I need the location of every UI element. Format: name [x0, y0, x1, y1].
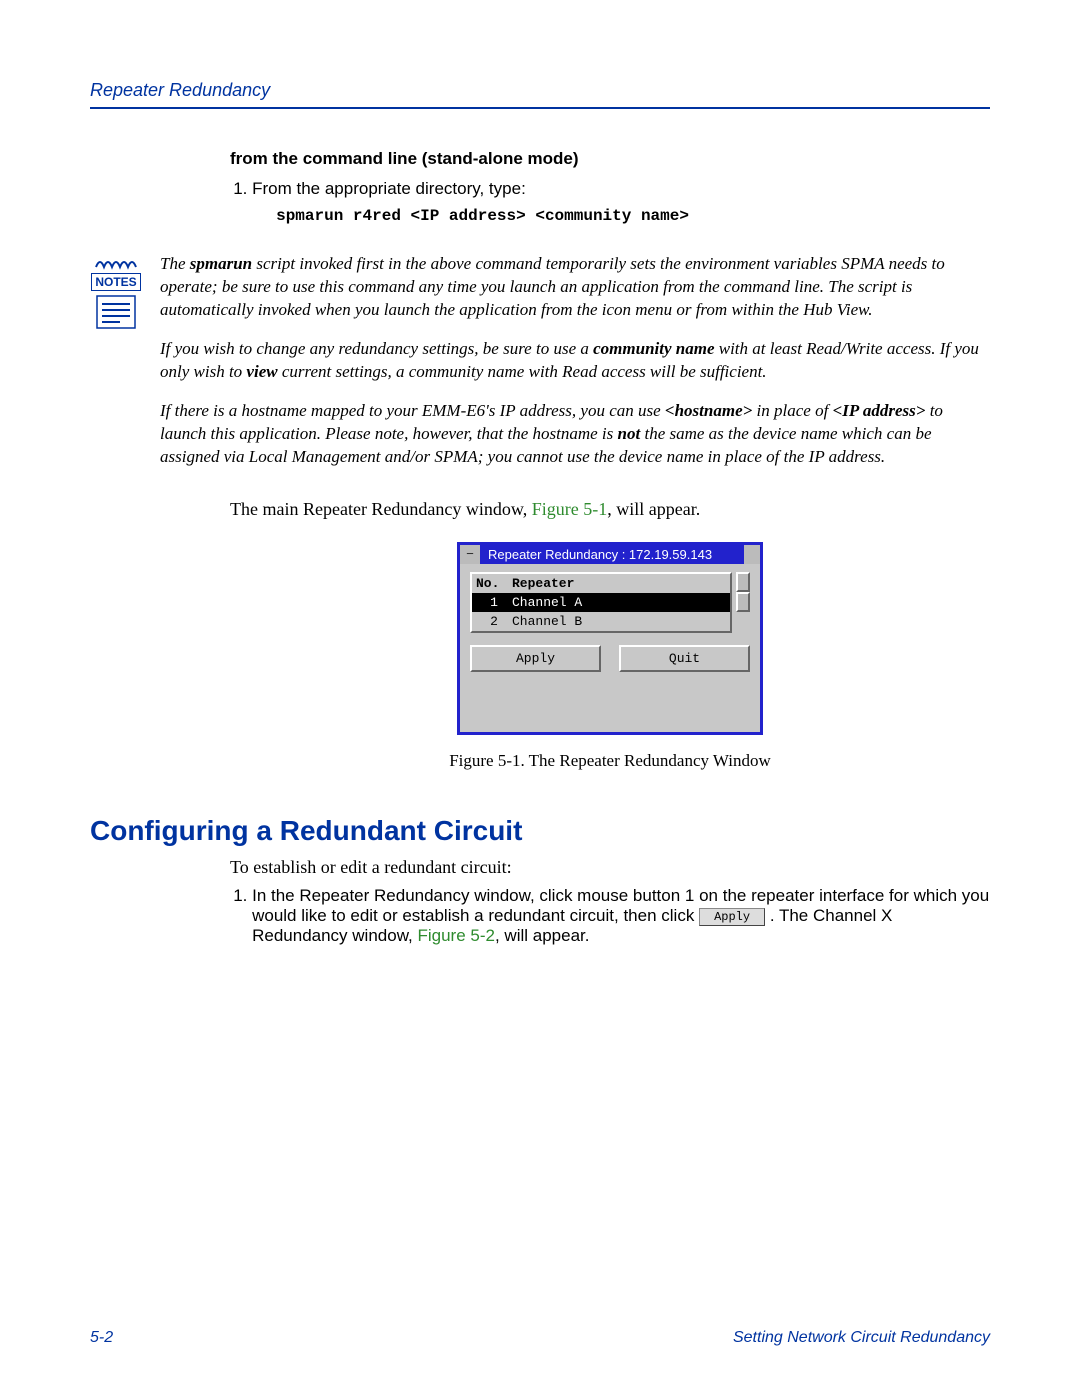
notes-p1b: spmarun [190, 254, 252, 273]
notes-p3d: <IP address> [833, 401, 926, 420]
notes-text: The spmarun script invoked first in the … [160, 253, 990, 485]
notes-icon: NOTES [90, 253, 142, 329]
figure-5-2-link[interactable]: Figure 5-2 [417, 926, 494, 945]
notes-p2a: If you wish to change any redundancy set… [160, 339, 593, 358]
notes-p3f: not [618, 424, 641, 443]
configure-step-1: In the Repeater Redundancy window, click… [252, 886, 990, 946]
row-no: 1 [476, 595, 512, 610]
step-1-text: From the appropriate directory, type: [252, 179, 526, 198]
step-1: From the appropriate directory, type: sp… [252, 179, 990, 225]
list-header: No. Repeater [472, 574, 730, 593]
notes-label: NOTES [91, 273, 140, 291]
after-notes-pre: The main Repeater Redundancy window, [230, 499, 532, 519]
row-name: Channel B [512, 614, 582, 629]
notes-p3c: in place of [752, 401, 832, 420]
col-no: No. [476, 576, 512, 591]
notes-p2d: view [246, 362, 277, 381]
titlebar: − Repeater Redundancy : 172.19.59.143 [460, 545, 760, 564]
row-name: Channel A [512, 595, 582, 610]
scroll-up-icon[interactable] [736, 572, 750, 592]
section-heading-configuring: Configuring a Redundant Circuit [90, 815, 990, 847]
window-menu-icon[interactable]: − [460, 545, 482, 564]
section2-intro: To establish or edit a redundant circuit… [230, 857, 990, 878]
running-header: Repeater Redundancy [90, 80, 990, 107]
scrollbar[interactable] [736, 572, 750, 612]
after-notes-para: The main Repeater Redundancy window, Fig… [230, 499, 990, 520]
notes-p2b: community name [593, 339, 714, 358]
row-no: 2 [476, 614, 512, 629]
notes-p2e: current settings, a community name with … [278, 362, 767, 381]
standalone-subhead: from the command line (stand-alone mode) [230, 149, 990, 169]
apply-inline-button: Apply [699, 908, 765, 926]
window-title: Repeater Redundancy : 172.19.59.143 [482, 545, 742, 564]
notes-p3a: If there is a hostname mapped to your EM… [160, 401, 665, 420]
header-rule [90, 107, 990, 109]
steps-list-1: From the appropriate directory, type: sp… [230, 179, 990, 225]
steps-list-2: In the Repeater Redundancy window, click… [230, 886, 990, 946]
notes-p1a: The [160, 254, 190, 273]
quit-button[interactable]: Quit [619, 645, 750, 672]
after-notes-post: , will appear. [607, 499, 700, 519]
step-text-c: , will appear. [495, 926, 590, 945]
repeater-listbox[interactable]: No. Repeater 1 Channel A 2 Channel B [470, 572, 732, 633]
list-item[interactable]: 1 Channel A [472, 593, 730, 612]
apply-button[interactable]: Apply [470, 645, 601, 672]
repeater-redundancy-window: − Repeater Redundancy : 172.19.59.143 No… [457, 542, 763, 735]
list-item[interactable]: 2 Channel B [472, 612, 730, 631]
figure-caption: Figure 5-1. The Repeater Redundancy Wind… [230, 751, 990, 771]
notes-p1c: script invoked first in the above comman… [160, 254, 945, 319]
notes-p3b: <hostname> [665, 401, 752, 420]
figure-5-1-link[interactable]: Figure 5-1 [532, 499, 608, 519]
col-repeater: Repeater [512, 576, 574, 591]
scroll-down-icon[interactable] [736, 592, 750, 612]
footer-chapter: Setting Network Circuit Redundancy [733, 1329, 990, 1347]
window-decoration-box[interactable] [742, 545, 760, 564]
page-number: 5-2 [90, 1329, 113, 1347]
command-line: spmarun r4red <IP address> <community na… [276, 207, 990, 225]
